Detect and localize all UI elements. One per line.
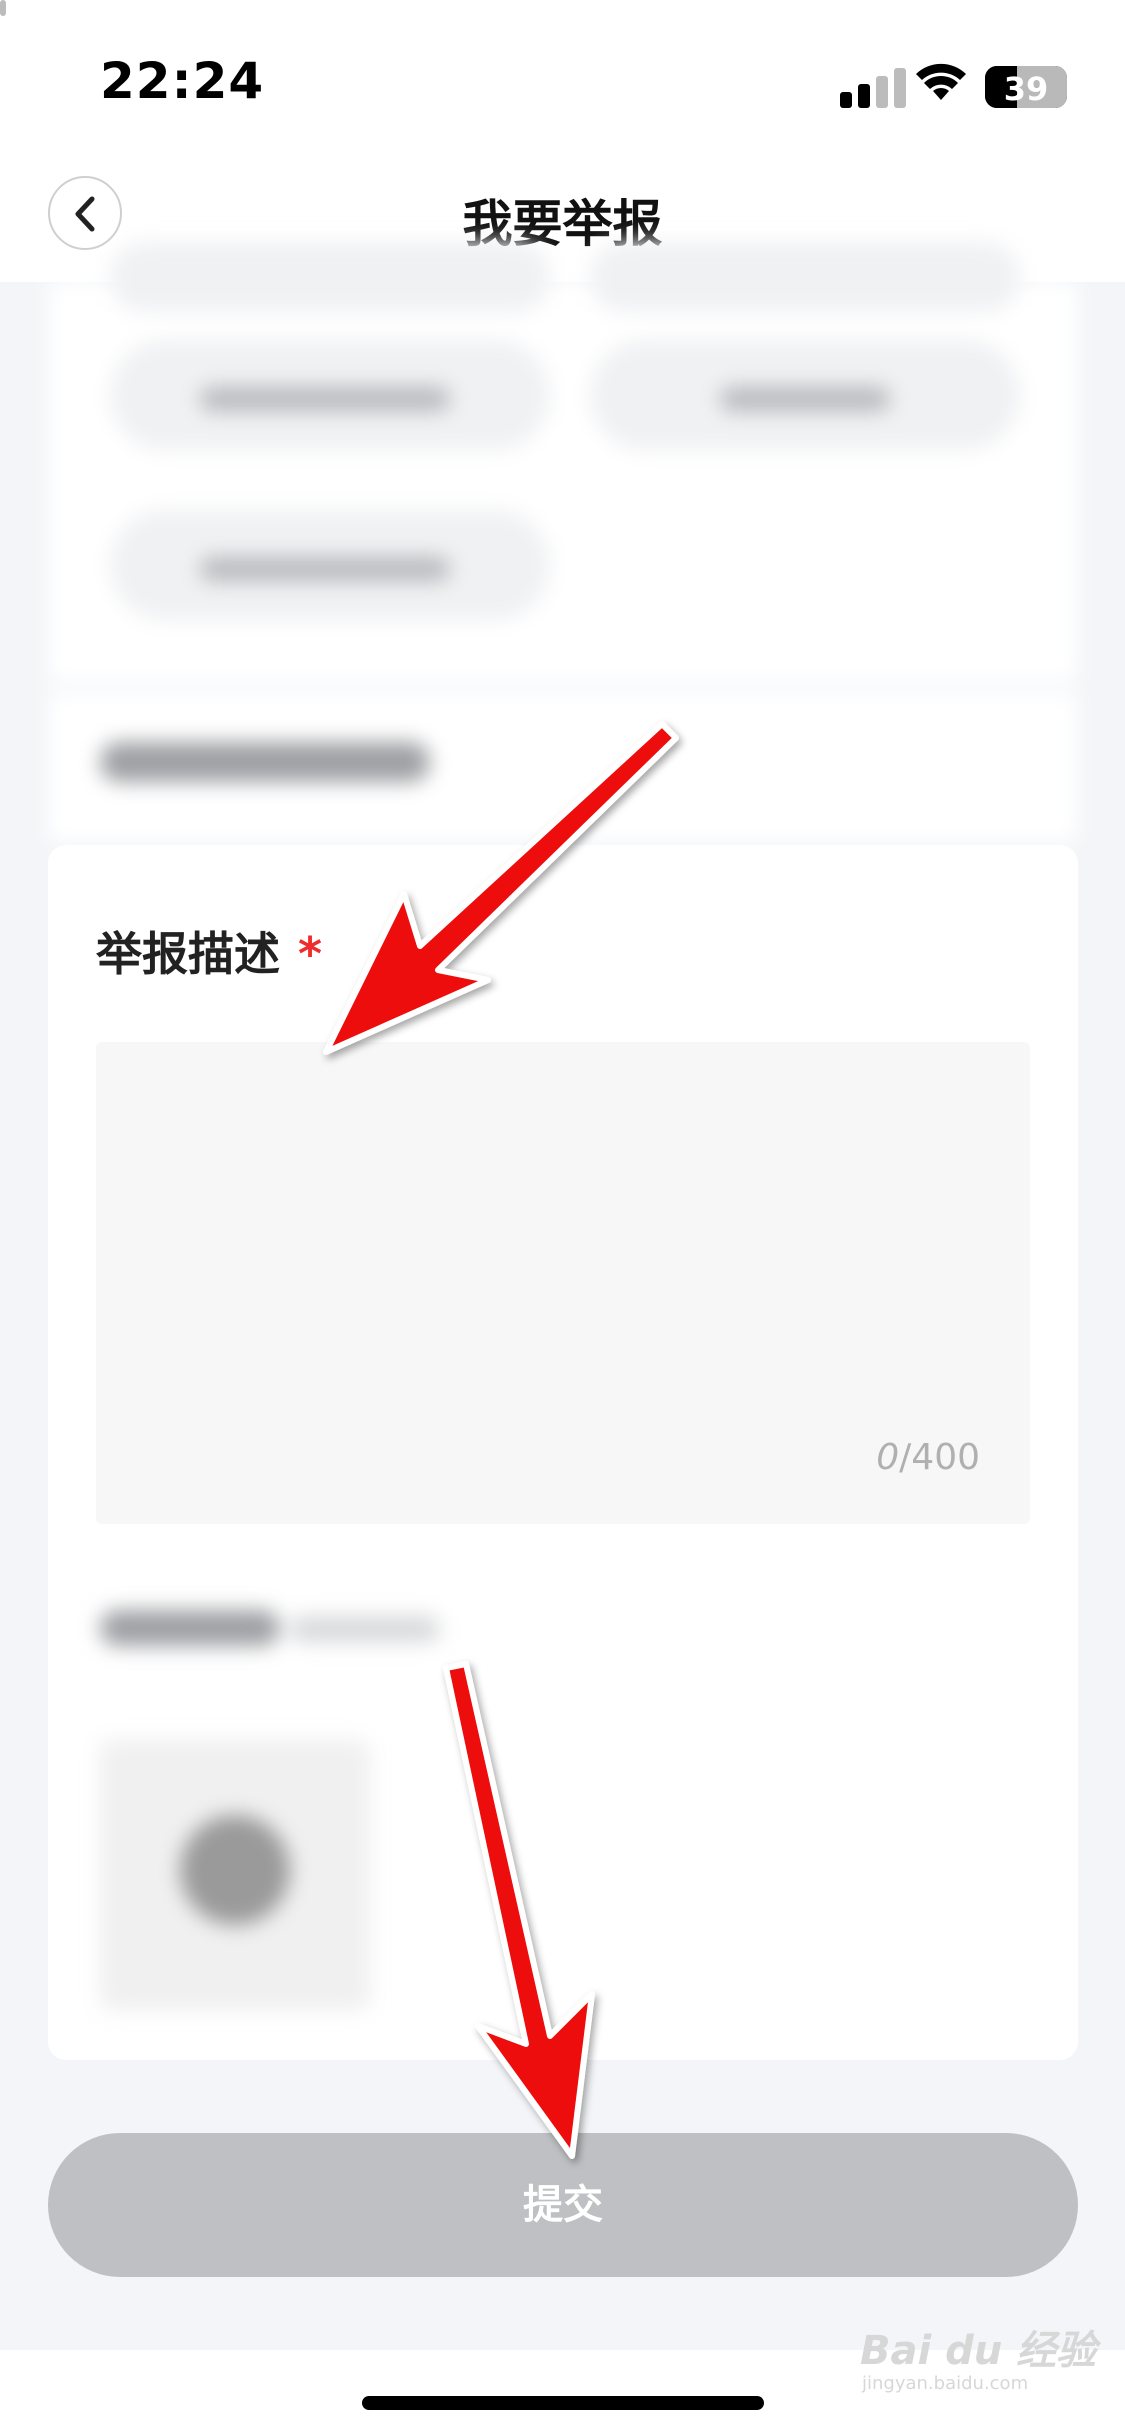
submit-button[interactable]: 提交 [48,2133,1078,2277]
baidu-watermark-url: jingyan.baidu.com [862,2373,1029,2394]
character-counter: 0/400 [876,1437,980,1478]
battery-level: 39 [1003,70,1049,108]
blurred-upload-label [100,1610,280,1646]
blurred-section-label [100,742,430,782]
status-bar: 22:24 39 [0,0,1125,150]
home-indicator[interactable] [362,2396,764,2410]
reason-option[interactable] [110,242,550,312]
blurred-reason-options [20,242,1105,842]
status-time: 22:24 [100,52,265,110]
add-image-icon [180,1815,290,1925]
battery-icon: 39 [985,66,1067,108]
reason-option[interactable] [590,242,1020,312]
required-mark: * [298,927,323,981]
cellular-signal-icon [840,68,906,108]
blurred-upload-section [60,1570,1060,2040]
description-textarea[interactable]: 0/400 [96,1042,1030,1524]
description-label-text: 举报描述 [96,927,280,981]
description-label: 举报描述 * [96,918,322,984]
wifi-icon [915,62,967,106]
battery-cap-icon [0,0,6,16]
baidu-watermark: Bai du 经验 [860,2328,1097,2374]
